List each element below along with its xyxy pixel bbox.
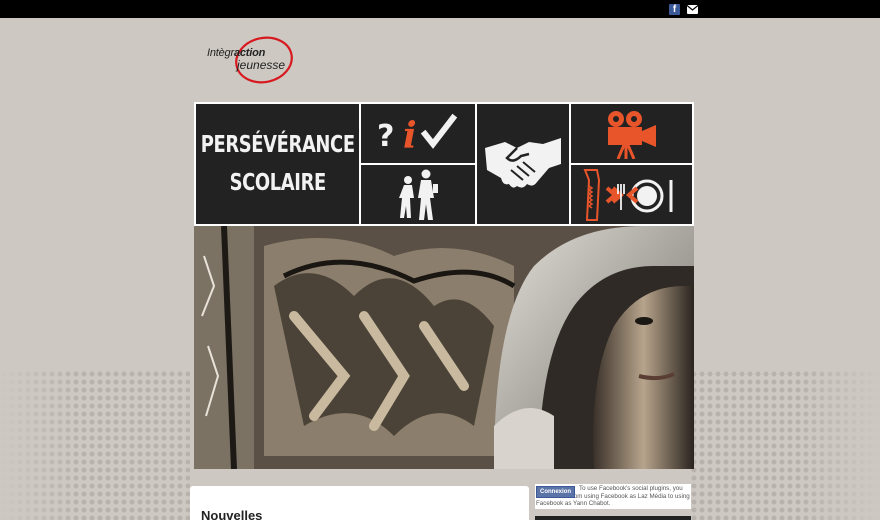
site-logo[interactable]: Intègraction jeunesse — [204, 36, 296, 86]
hero-image — [194, 226, 694, 469]
facebook-icon[interactable]: f — [669, 4, 680, 15]
facebook-plugin-bar — [535, 516, 691, 520]
svg-text:i: i — [403, 115, 417, 156]
video-tile[interactable] — [571, 104, 692, 163]
handshake-icon — [485, 138, 561, 188]
logo-text-line2: jeunesse — [237, 58, 286, 72]
partnership-tile[interactable] — [477, 104, 569, 224]
tile-title-line1: PERSÉVÉRANCE — [200, 132, 355, 158]
question-info-check-icon: ? i — [377, 113, 458, 156]
perseverance-scolaire-tile[interactable]: PERSÉVÉRANCE SCOLAIRE — [196, 104, 359, 224]
youth-tile[interactable] — [361, 165, 475, 224]
movie-camera-icon — [607, 110, 656, 159]
workshops-tile[interactable] — [571, 165, 692, 224]
top-bar: f — [0, 0, 880, 18]
halftone-decoration-left — [0, 370, 190, 520]
tile-title-line2: SCOLAIRE — [229, 170, 326, 196]
facebook-login-button[interactable]: Connexion — [536, 486, 575, 498]
information-tile[interactable]: ? i — [361, 104, 475, 163]
facebook-plugin-box: To use Facebook's social plugins, you mu… — [535, 484, 691, 509]
category-menu: PERSÉVÉRANCE SCOLAIRE ? i — [194, 102, 694, 226]
halftone-decoration-right — [690, 370, 880, 520]
saw-arrow-plate-icon — [583, 168, 672, 221]
mail-icon[interactable] — [687, 4, 698, 15]
walking-kids-icon — [399, 169, 438, 220]
svg-text:?: ? — [377, 119, 394, 154]
news-title: Nouvelles — [201, 508, 263, 520]
news-panel: Nouvelles — [190, 486, 529, 520]
